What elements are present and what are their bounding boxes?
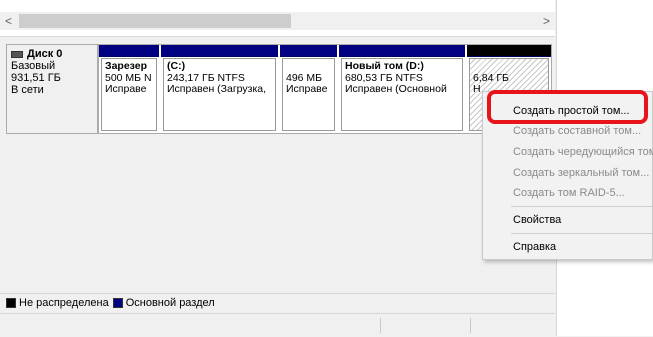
partition-name (286, 61, 332, 73)
disk-map: Диск 0 Базовый 931,51 ГБ В сети Зарезер … (0, 37, 555, 292)
menu-separator (511, 206, 652, 207)
disk-size: 931,51 ГБ (11, 72, 61, 84)
menu-separator (511, 233, 652, 234)
partition-reserved[interactable]: Зарезер 500 МБ N Исправе (99, 45, 159, 133)
legend-primary: Основной раздел (112, 297, 215, 309)
status-bar (0, 313, 555, 337)
partition-name: Новый том (D:) (345, 60, 424, 72)
partition-status: Исправен (Загрузка, (167, 83, 267, 95)
legend-swatch-black (6, 298, 16, 308)
menu-item-properties[interactable]: Свойства (513, 214, 561, 226)
scroll-right-icon[interactable]: > (538, 12, 555, 30)
partition-recovery[interactable]: 496 МБ Исправе (280, 45, 337, 133)
volume-list-area: < > (0, 0, 555, 37)
disk-name: Диск 0 (27, 48, 63, 60)
legend-label: Основной раздел (125, 297, 215, 309)
disk-status: В сети (11, 84, 44, 96)
partition-name: (C:) (167, 60, 186, 72)
horizontal-scrollbar[interactable]: < > (0, 12, 555, 30)
partition-status: Исправе (105, 83, 147, 95)
partition-status: Исправен (Основной (345, 83, 447, 95)
partition-c[interactable]: (C:) 243,17 ГБ NTFS Исправен (Загрузка, (161, 45, 278, 133)
highlight-annotation (487, 90, 648, 124)
disk-type: Базовый (11, 60, 56, 72)
scrollbar-thumb[interactable] (19, 14, 291, 28)
menu-item-create-spanned-volume[interactable]: Создать составной том... (513, 125, 641, 137)
menu-item-help[interactable]: Справка (513, 241, 556, 253)
legend-label: Не распределена (19, 297, 109, 309)
legend-unallocated: Не распределена (6, 297, 109, 309)
menu-item-create-striped-volume[interactable]: Создать чередующийся том (513, 146, 653, 158)
partition-name (473, 61, 546, 73)
menu-item-create-raid5-volume[interactable]: Создать том RAID-5... (513, 187, 625, 199)
partition-size: 6,84 ГБ (473, 71, 509, 84)
disk-icon (11, 50, 23, 58)
menu-item-create-mirrored-volume[interactable]: Создать зеркальный том... (513, 167, 649, 179)
disk-info-panel[interactable]: Диск 0 Базовый 931,51 ГБ В сети (6, 44, 98, 134)
partition-d[interactable]: Новый том (D:) 680,53 ГБ NTFS Исправен (… (339, 45, 465, 133)
scroll-left-icon[interactable]: < (0, 12, 17, 30)
partition-status: Исправе (286, 83, 328, 95)
partition-name: Зарезер (105, 60, 148, 72)
legend: Не распределена Основной раздел (0, 293, 555, 312)
legend-swatch-blue (112, 298, 123, 308)
